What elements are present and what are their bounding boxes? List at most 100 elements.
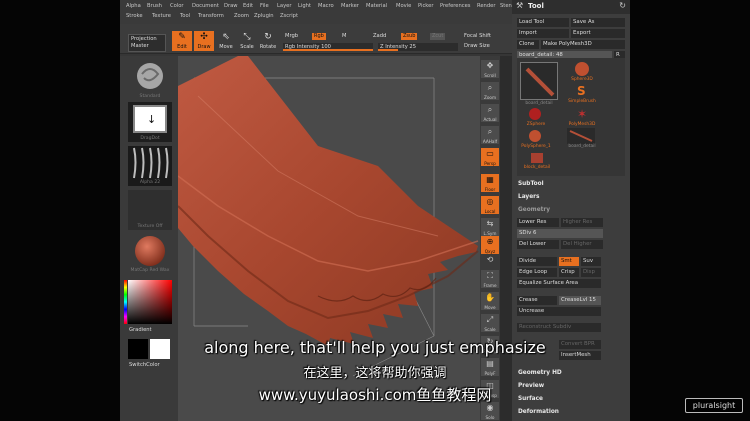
zcut-button[interactable]: Zcut (430, 33, 446, 40)
menu-marker[interactable]: Marker (341, 3, 359, 9)
menu-zplugin[interactable]: Zplugin (254, 13, 274, 19)
clone-button[interactable]: Clone (517, 40, 539, 49)
actual-button[interactable]: ⌕ Actual (481, 104, 499, 122)
crisp-toggle[interactable]: Crisp (559, 268, 579, 277)
menu-edit[interactable]: Edit (243, 3, 253, 9)
color-picker[interactable] (124, 280, 172, 324)
crease-button[interactable]: Crease (517, 296, 557, 305)
uncrease-button[interactable]: Uncrease (517, 307, 601, 316)
reconstruct-subdiv-button[interactable]: Reconstruct Subdiv (517, 323, 601, 332)
scroll-button[interactable]: ✥ Scroll (481, 60, 499, 78)
menu-document[interactable]: Document (192, 3, 219, 9)
menu-stroke[interactable]: Stroke (126, 13, 143, 19)
zsphere-icon[interactable] (529, 108, 541, 120)
z-intensity-slider[interactable]: Z Intensity 25 (378, 43, 458, 51)
sdiv-slider[interactable]: SDiv 6 (517, 229, 603, 238)
equalize-surface-area-button[interactable]: Equalize Surface Area (517, 279, 601, 288)
rgb-intensity-slider[interactable]: Rgb Intensity 100 (283, 43, 373, 51)
menu-texture[interactable]: Texture (152, 13, 171, 19)
menu-alpha[interactable]: Alpha (126, 3, 141, 9)
scale-button[interactable]: ⤡ Scale (237, 31, 257, 51)
alpha-thumbnail[interactable]: Alpha 22 (128, 146, 172, 186)
make-polymesh-button[interactable]: Make PolyMesh3D (541, 40, 625, 49)
menu-light[interactable]: Light (298, 3, 311, 9)
qxyz-button[interactable]: ⊕ Qxyz (481, 236, 499, 254)
tool-board-detail-large[interactable] (520, 62, 558, 100)
block-detail-icon[interactable] (531, 153, 543, 163)
menu-color[interactable]: Color (170, 3, 184, 9)
edge-loop-button[interactable]: Edge Loop (517, 268, 557, 277)
draw-button[interactable]: ✣ Draw (194, 31, 214, 51)
menu-draw[interactable]: Draw (224, 3, 238, 9)
menu-layer[interactable]: Layer (277, 3, 291, 9)
material-thumbnail[interactable]: MatCap Red Wax (128, 234, 172, 274)
del-higher-button[interactable]: Del Higher (561, 240, 603, 249)
frame-button[interactable]: ⛶ Frame (481, 270, 499, 288)
refresh-icon[interactable]: ↻ (619, 1, 626, 10)
zoom-button[interactable]: ⌕ Zoom (481, 82, 499, 100)
polymesh3d-icon[interactable]: ✶ (577, 107, 587, 121)
disp-toggle[interactable]: Disp (581, 268, 601, 277)
menu-preferences[interactable]: Preferences (440, 3, 471, 9)
lower-res-button[interactable]: Lower Res (517, 218, 559, 227)
load-tool-button[interactable]: Load Tool (517, 18, 569, 27)
persp-button[interactable]: ▭ Persp (481, 148, 499, 166)
mrgb-button[interactable]: Mrgb (285, 33, 298, 39)
local-button[interactable]: ◎ Local (481, 196, 499, 214)
smt-toggle[interactable]: Smt (559, 257, 579, 266)
subtool-section[interactable]: SubTool (518, 181, 544, 187)
texture-thumbnail[interactable]: Texture Off (128, 190, 172, 230)
polysphere-icon[interactable] (529, 130, 541, 142)
zadd-button[interactable]: Zadd (373, 33, 386, 39)
draw-size-slider[interactable]: Draw Size (464, 43, 490, 49)
geometry-section[interactable]: Geometry (518, 207, 550, 213)
board-detail-small-icon[interactable] (567, 128, 595, 144)
floor-button[interactable]: ▦ Floor (481, 174, 499, 192)
move-view-button[interactable]: ✋ Move (481, 292, 499, 310)
lsym-button[interactable]: ⇆ L.Sym (481, 218, 499, 236)
scale-view-button[interactable]: ⤢ Scale (481, 314, 499, 332)
menu-tool[interactable]: Tool (180, 13, 190, 19)
edit-button[interactable]: ✎ Edit (172, 31, 192, 51)
hue-strip[interactable] (124, 280, 127, 324)
sphere3d-icon[interactable] (575, 62, 589, 76)
del-lower-button[interactable]: Del Lower (517, 240, 559, 249)
menu-brush[interactable]: Brush (147, 3, 162, 9)
menu-macro[interactable]: Macro (318, 3, 334, 9)
projection-master-button[interactable]: Projection Master (128, 34, 166, 52)
menu-zscript[interactable]: Zscript (280, 13, 298, 19)
deformation-section[interactable]: Deformation (518, 409, 559, 415)
menu-picker[interactable]: Picker (418, 3, 433, 9)
gradient-label[interactable]: Gradient (129, 327, 152, 333)
aahalf-button[interactable]: ⌕ AAHalf (481, 126, 499, 144)
menu-material[interactable]: Material (366, 3, 387, 9)
suv-toggle[interactable]: Suv (581, 257, 601, 266)
menu-file[interactable]: File (260, 3, 269, 9)
watermark-text: www.yuyulaoshi.com鱼鱼教程网 (258, 386, 492, 404)
brush-thumbnail[interactable]: Standard (128, 60, 172, 100)
standard-brush-icon (137, 63, 163, 89)
import-button[interactable]: Import (517, 29, 569, 38)
menu-transform[interactable]: Transform (198, 13, 224, 19)
divide-button[interactable]: Divide (517, 257, 557, 266)
menu-zoom[interactable]: Zoom (234, 13, 249, 19)
move-button[interactable]: ⇖ Move (216, 31, 236, 51)
layers-section[interactable]: Layers (518, 194, 539, 200)
save-as-button[interactable]: Save As (571, 18, 625, 27)
rotate-button[interactable]: ↻ Rotate (258, 31, 278, 51)
simplebrush-icon[interactable]: S (577, 84, 586, 98)
pluralsight-logo: pluralsight (685, 398, 743, 413)
stroke-thumbnail[interactable]: ↓ DragDot (128, 102, 172, 142)
menu-render[interactable]: Render (477, 3, 495, 9)
higher-res-button[interactable]: Higher Res (561, 218, 603, 227)
m-button[interactable]: M (342, 33, 346, 39)
subtitle-chinese: 在这里，这将帮助你强调 (303, 366, 447, 381)
persp-icon: ▭ (486, 149, 494, 158)
rgb-button[interactable]: Rgb (312, 33, 326, 40)
rgb-intensity-fill (283, 49, 373, 51)
crease-level-slider[interactable]: CreaseLvl 15 (559, 296, 601, 305)
menu-movie[interactable]: Movie (396, 3, 411, 9)
focal-shift-slider[interactable]: Focal Shift (464, 33, 491, 39)
export-button[interactable]: Export (571, 29, 625, 38)
zsub-button[interactable]: Zsub (401, 33, 418, 40)
